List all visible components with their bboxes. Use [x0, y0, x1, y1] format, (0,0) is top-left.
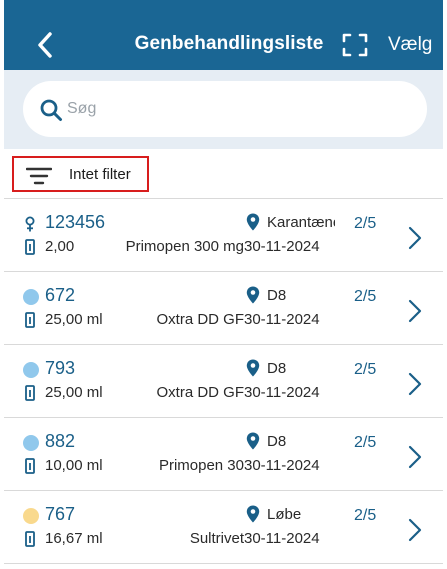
location-pin-icon: [246, 286, 260, 304]
location-label: Karantæne: [267, 214, 335, 231]
dose-volume: 25,00 ml: [45, 384, 103, 401]
search-icon: [40, 99, 62, 121]
dose-volume: 25,00 ml: [45, 311, 103, 328]
dose-volume: 2,00: [45, 238, 75, 255]
location-label: D8: [267, 433, 287, 450]
treatment-count: 2/5: [354, 507, 377, 524]
retreatment-list: 123456 Karantæne 2/5 2,00 Primopen 300 m…: [4, 199, 443, 564]
animal-id: 793: [45, 358, 76, 378]
list-item[interactable]: 767 Løbe 2/5 16,67 ml Sultrivet 30-11-20…: [4, 491, 443, 564]
vial-icon: [25, 239, 35, 255]
location-pin-icon: [246, 432, 260, 450]
filter-bar: Intet filter: [4, 149, 443, 199]
chevron-right-icon: [408, 445, 422, 469]
vial-icon: [25, 312, 35, 328]
list-item[interactable]: 123456 Karantæne 2/5 2,00 Primopen 300 m…: [4, 199, 443, 272]
search-input[interactable]: [67, 96, 397, 122]
location-pin-icon: [246, 505, 260, 523]
treatment-date: 30-11-2024: [244, 238, 320, 255]
dose-volume: 10,00 ml: [45, 457, 103, 474]
vial-icon: [25, 458, 35, 474]
chevron-right-icon: [408, 299, 422, 323]
status-dot: [23, 362, 39, 378]
treatment-count: 2/5: [354, 215, 377, 232]
status-dot: [23, 289, 39, 305]
animal-id: 882: [45, 431, 76, 451]
dose-volume: 16,67 ml: [45, 530, 103, 547]
treatment-date: 30-11-2024: [244, 457, 320, 474]
filter-button[interactable]: Intet filter: [12, 156, 149, 192]
chevron-right-icon: [408, 518, 422, 542]
medication-name: Primopen 300 mg: [125, 238, 244, 255]
status-dot: [23, 508, 39, 524]
location-label: D8: [267, 360, 287, 377]
treatment-count: 2/5: [354, 434, 377, 451]
animal-id: 123456: [45, 212, 106, 232]
treatment-count: 2/5: [354, 288, 377, 305]
search-bar[interactable]: [23, 81, 427, 137]
chevron-left-icon: [38, 32, 52, 58]
chevron-right-icon: [408, 226, 422, 250]
medication-name: Primopen 30: [158, 457, 244, 474]
filter-label: Intet filter: [69, 166, 131, 183]
select-button[interactable]: Vælg: [388, 34, 432, 56]
vial-icon: [25, 385, 35, 401]
treatment-date: 30-11-2024: [244, 530, 320, 547]
app-header: Genbehandlingsliste Vælg: [4, 0, 443, 70]
location-pin-icon: [246, 213, 260, 231]
treatment-count: 2/5: [354, 361, 377, 378]
animal-id: 672: [45, 285, 76, 305]
list-item[interactable]: 882 D8 2/5 10,00 ml Primopen 30 30-11-20…: [4, 418, 443, 491]
search-area: [4, 70, 443, 149]
treatment-date: 30-11-2024: [244, 384, 320, 401]
medication-name: Oxtra DD GF: [156, 384, 244, 401]
status-dot: [23, 435, 39, 451]
back-button[interactable]: [32, 28, 58, 62]
medication-name: Oxtra DD GF: [156, 311, 244, 328]
scan-frame-icon: [342, 33, 368, 57]
medication-name: Sultrivet: [189, 530, 244, 547]
scan-button[interactable]: [340, 30, 370, 60]
list-item[interactable]: 672 D8 2/5 25,00 ml Oxtra DD GF 30-11-20…: [4, 272, 443, 345]
location-label: D8: [267, 287, 287, 304]
vial-icon: [25, 531, 35, 547]
female-icon: [25, 216, 35, 232]
list-item[interactable]: 793 D8 2/5 25,00 ml Oxtra DD GF 30-11-20…: [4, 345, 443, 418]
animal-id: 767: [45, 504, 76, 524]
filter-icon: [26, 167, 52, 185]
treatment-date: 30-11-2024: [244, 311, 320, 328]
chevron-right-icon: [408, 372, 422, 396]
page-title: Genbehandlingsliste: [134, 33, 324, 54]
location-label: Løbe: [267, 506, 302, 523]
location-pin-icon: [246, 359, 260, 377]
